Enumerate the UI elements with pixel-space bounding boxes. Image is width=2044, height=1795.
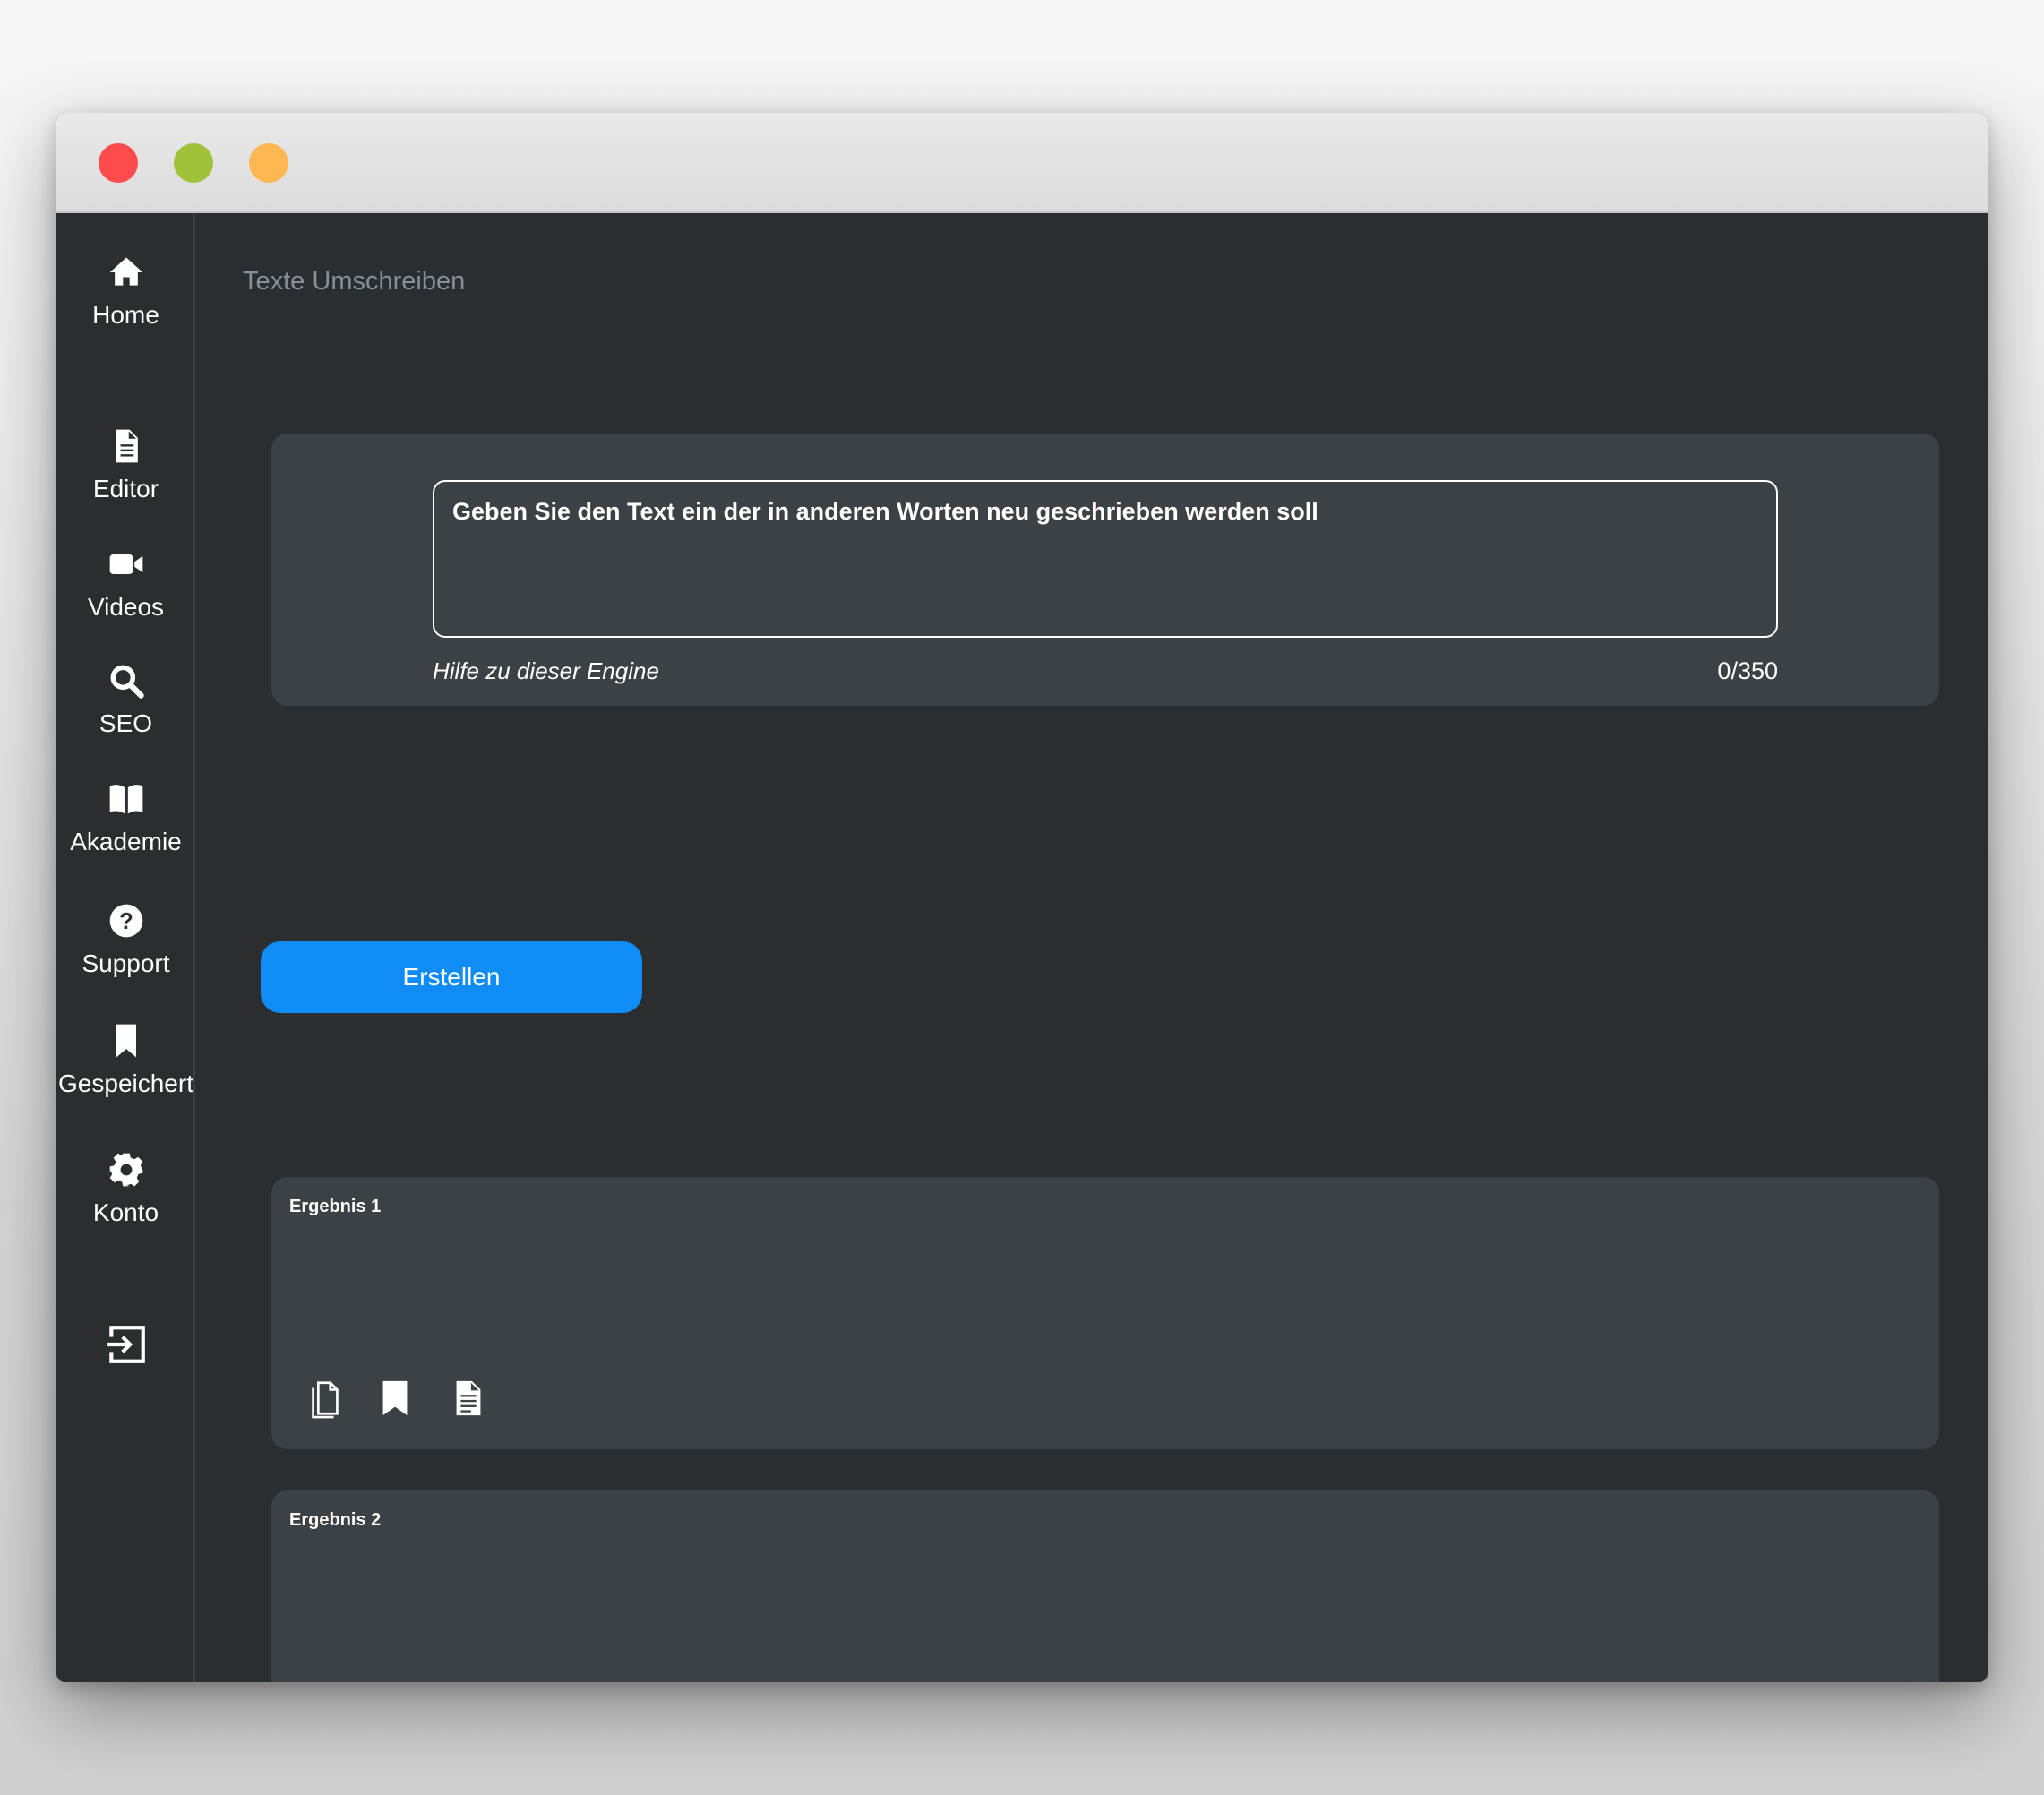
sidebar-item-seo[interactable]: SEO [56,661,195,738]
result-title: Ergebnis 2 [289,1510,382,1530]
result-card-1: Ergebnis 1 [271,1177,1939,1449]
sidebar-item-label: Editor [92,475,159,502]
sidebar-item-label: Gespeichert [58,1069,193,1097]
sidebar-item-label: Home [92,301,159,329]
home-icon [56,253,195,294]
sidebar-item-konto[interactable]: Konto [56,1150,195,1227]
zoom-window-button[interactable] [249,143,288,183]
sidebar-item-gespeichert[interactable]: Gespeichert [56,1021,195,1098]
sidebar-item-label: Support [82,949,170,977]
logout-button[interactable] [56,1322,195,1363]
input-card: Hilfe zu dieser Engine 0/350 [271,434,1939,706]
copy-icon[interactable] [307,1378,343,1419]
help-link[interactable]: Hilfe zu dieser Engine [433,657,659,685]
main-content: Texte Umschreiben Hilfe zu dieser Engine… [195,213,1988,1682]
question-circle-icon: ? [56,901,195,942]
gear-icon [56,1150,195,1191]
character-counter: 0/350 [1717,657,1778,684]
result-title: Ergebnis 1 [289,1197,382,1216]
sidebar-item-support[interactable]: ? Support [56,901,195,978]
close-window-button[interactable] [99,143,138,183]
sidebar-item-akademie[interactable]: Akademie [56,779,195,856]
svg-text:?: ? [119,909,133,934]
sidebar-item-home[interactable]: Home [56,253,195,330]
bookmark-icon [56,1021,195,1062]
minimize-window-button[interactable] [174,143,213,183]
app-window: Home Editor Videos SEO Akademie ? Suppor… [56,113,1988,1682]
sidebar-item-label: Akademie [70,828,182,855]
sidebar-item-label: Videos [87,593,165,621]
video-camera-icon [56,545,195,586]
page-title: Texte Umschreiben [243,267,466,296]
bookmark-icon[interactable] [377,1378,413,1419]
sidebar: Home Editor Videos SEO Akademie ? Suppor… [56,213,195,1682]
book-icon [56,779,195,820]
title-bar [56,113,1988,213]
text-input[interactable] [433,480,1778,638]
sidebar-item-videos[interactable]: Videos [56,545,195,622]
logout-icon [56,1322,195,1363]
create-button[interactable]: Erstellen [261,941,642,1013]
document-icon [56,426,195,468]
document-icon[interactable] [451,1378,486,1419]
sidebar-item-label: Konto [92,1198,159,1226]
result-card-2: Ergebnis 2 [271,1490,1939,1682]
sidebar-item-label: SEO [99,709,153,737]
sidebar-item-editor[interactable]: Editor [56,426,195,503]
search-icon [56,661,195,702]
